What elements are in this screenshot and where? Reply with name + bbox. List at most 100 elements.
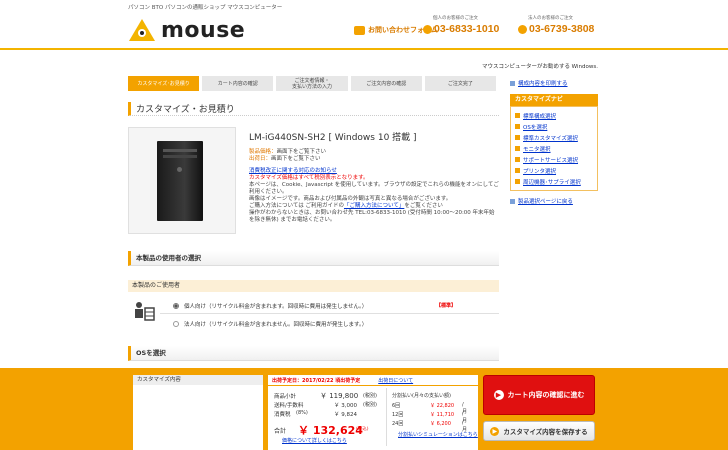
save-customize-label: カスタマイズ内容を保存する	[503, 428, 588, 436]
triangle-logo-icon	[129, 19, 155, 41]
arrow-icon	[515, 168, 520, 173]
total-row: 合計 ￥ 132,624 (税込)	[274, 424, 369, 437]
print-icon	[510, 80, 515, 86]
loan-sim-link[interactable]: 分割払いシミュレーションはこちら	[398, 431, 478, 438]
ship-info: 出荷予定日：2017/02/22 頃出荷予定 出荷日について	[268, 375, 478, 386]
ship-label: 出荷予定日：	[272, 378, 303, 384]
checkout-steps: カスタマイズ･お見積り カート内容の確認 ご注文者情報・ 支払い方法の入力 ご注…	[128, 76, 499, 91]
loan-row: 6回 ￥ 22,820/月	[392, 402, 467, 415]
radio-selected-icon[interactable]	[173, 303, 179, 309]
nav-item-os[interactable]: OSを選択	[515, 121, 593, 132]
total-value: ￥ 132,624	[298, 424, 363, 437]
purchase-guide-link[interactable]: 「ご購入方法について」	[344, 203, 404, 209]
price-value: 画面下をご覧下さい	[276, 149, 327, 155]
shipping-label: 送料/手数料	[274, 403, 304, 409]
step-orderer-info: ご注文者情報・ 支払い方法の入力	[276, 76, 348, 91]
loan-amount: ￥ 6,200	[430, 421, 451, 427]
guide-text: ご購入方法については ご利用ガイドの	[249, 203, 344, 209]
nav-item-label: 周辺機器･サプライ選択	[523, 179, 581, 186]
radio-unselected-icon[interactable]	[173, 321, 179, 327]
standard-badge: 【標準】	[436, 303, 457, 309]
divider	[386, 388, 387, 446]
back-link[interactable]: 製品選択ページに戻る	[510, 196, 598, 206]
phone-note: 操作がわからないときは、お問い合わせ先 TEL:03-6833-1010 (受付…	[249, 210, 495, 223]
guide-text-end: をご覧ください	[404, 203, 443, 209]
cart-confirm-button[interactable]: ▶ カート内容の確認に進む	[483, 375, 595, 415]
step-customize: カスタマイズ･お見積り	[128, 76, 200, 91]
tax-notice-link[interactable]: 消費税改正に関する対応のお知らせ	[249, 168, 499, 175]
cart-confirm-label: カート内容の確認に進む	[507, 391, 585, 399]
subtotal-tax: (税別)	[363, 393, 377, 399]
nav-item-standard[interactable]: 標準構成選択	[515, 110, 593, 121]
product-image	[128, 127, 236, 234]
tel-personal-number: 03-6833-1010	[434, 23, 500, 35]
nav-item-label: 標準構成選択	[523, 113, 557, 120]
total-tax: (税込)	[356, 427, 369, 432]
phone-icon	[423, 24, 432, 34]
phone-icon	[518, 24, 527, 34]
cookie-note: 本ページは、Cookie、Javascript を使用しています。ブラウザの設定…	[249, 182, 499, 195]
tel-corp-label: 法人のお客様のご注文	[528, 16, 573, 21]
tax-value: ￥ 9,824	[334, 412, 357, 418]
nav-item-label: OSを選択	[523, 124, 548, 131]
nav-item-label: プリンタ選択	[523, 168, 557, 175]
nav-item-label: 標準カスタマイズ選択	[523, 135, 578, 142]
customize-summary-header: カスタマイズ内容	[133, 375, 263, 385]
side-nav: 構成内容を印刷する カスタマイズナビ 標準構成選択 OSを選択 標準カスタマイズ…	[510, 78, 598, 206]
loan-row: 12回 ￥ 11,710/月	[392, 411, 467, 424]
arrow-icon	[515, 157, 520, 162]
tel-personal: 個人のお客様のご注文 03-6833-1010	[423, 15, 499, 35]
nav-item-peripherals[interactable]: 周辺機器･サプライ選択	[515, 176, 593, 187]
radio-corp-label: 法人向け（リサイクル料金が含まれません。回収時に費用が発生します。）	[184, 322, 368, 328]
step-confirm: ご注文内容の確認	[350, 76, 422, 91]
nav-item-printer[interactable]: プリンタ選択	[515, 165, 593, 176]
nav-title: カスタマイズナビ	[510, 94, 598, 106]
loan-amount: ￥ 22,820	[430, 403, 455, 409]
ship-date: 2017/02/22 頃出荷予定	[302, 378, 361, 384]
step-complete: ご注文完了	[424, 76, 497, 91]
nav-item-customize[interactable]: 標準カスタマイズ選択	[515, 132, 593, 143]
tel-personal-label: 個人のお客様のご注文	[433, 16, 478, 21]
user-subheader: 本製品のご使用者	[128, 280, 499, 292]
page-title: カスタマイズ・お見積り	[128, 102, 499, 116]
header-tagline: パソコン BTO パソコンの通販ショップ マウスコンピューター	[128, 5, 283, 11]
ship-info-link[interactable]: 出荷日について	[378, 378, 413, 384]
site-header: パソコン BTO パソコンの通販ショップ マウスコンピューター mouse お問…	[0, 0, 728, 50]
price-detail-link[interactable]: 価格について詳しくはこちら	[282, 437, 347, 444]
arrow-icon	[515, 179, 520, 184]
divider	[160, 313, 499, 314]
price-label: 製品価格：	[249, 149, 277, 155]
customize-summary: カスタマイズ内容	[133, 375, 263, 450]
arrow-icon	[515, 124, 520, 129]
arrow-icon	[515, 146, 520, 151]
arrow-icon	[515, 135, 520, 140]
tel-corp-number: 03-6739-3808	[529, 23, 595, 35]
total-label: 合計	[274, 428, 287, 435]
radio-personal[interactable]: 個人向け（リサイクル料金が含まれます。回収時に費用は発生しません。）	[173, 302, 367, 310]
product-model: LM-iG440SN-SH2 [ Windows 10 搭載 ]	[249, 133, 417, 143]
shipping-tax: (税別)	[363, 402, 377, 408]
loan-count: 24回	[392, 421, 404, 427]
back-link-label: 製品選択ページに戻る	[518, 199, 573, 205]
image-note: 画像はイメージです。商品および付属品の外観は写真と異なる場合がございます。	[249, 196, 452, 202]
loan-row: 24回 ￥ 6,200/月	[392, 420, 467, 433]
subtotal-value: ￥ 119,800	[320, 392, 359, 400]
print-link[interactable]: 構成内容を印刷する	[510, 78, 598, 88]
nav-list: 標準構成選択 OSを選択 標準カスタマイズ選択 モニタ選択 サポートサービス選択…	[510, 106, 598, 191]
nav-item-support[interactable]: サポートサービス選択	[515, 154, 593, 165]
windows-tagline: マウスコンピューターがお勧めする Windows.	[481, 64, 598, 70]
nav-item-monitor[interactable]: モニタ選択	[515, 143, 593, 154]
loan-count: 12回	[392, 412, 404, 418]
loan-count: 6回	[392, 403, 401, 409]
subtotal-label: 商品小計	[274, 394, 297, 400]
mouse-logo[interactable]: mouse	[128, 17, 245, 43]
user-type-icon	[135, 302, 155, 321]
nav-item-label: サポートサービス選択	[523, 157, 579, 164]
arrow-right-icon: ▶	[490, 426, 500, 436]
product-info: LM-iG440SN-SH2 [ Windows 10 搭載 ] 製品価格：画面…	[249, 130, 499, 224]
mail-icon	[354, 25, 365, 35]
ship-date-value: 画面下をご覧下さい	[271, 156, 321, 162]
back-icon	[510, 198, 515, 204]
radio-corp[interactable]: 法人向け（リサイクル料金が含まれません。回収時に費用が発生します。）	[173, 320, 367, 328]
save-customize-button[interactable]: ▶ カスタマイズ内容を保存する	[483, 421, 595, 441]
